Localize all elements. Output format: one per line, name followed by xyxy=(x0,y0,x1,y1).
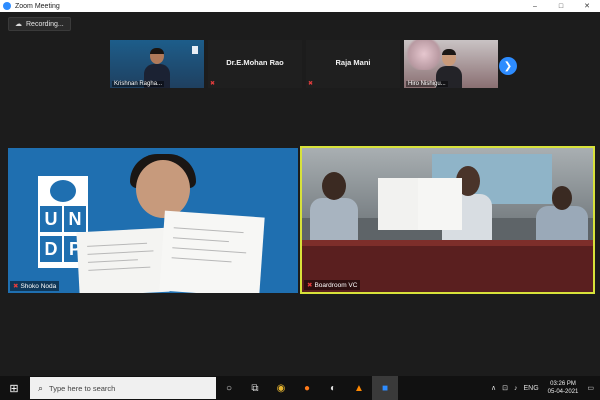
cortana-icon[interactable]: ○ xyxy=(216,376,242,400)
vlc-icon[interactable]: ▲ xyxy=(346,376,372,400)
window-controls: – □ ✕ xyxy=(522,0,600,12)
participant-thumb-krishnan[interactable]: Krishnan Ragha... xyxy=(110,40,204,88)
meeting-area: ☁ Recording... Krishnan Ragha... Dr.E.Mo… xyxy=(0,12,600,376)
next-page-button[interactable]: ❯ xyxy=(499,57,517,75)
search-placeholder: Type here to search xyxy=(49,383,116,393)
participant-strip: Krishnan Ragha... Dr.E.Mohan Rao ✖ Raja … xyxy=(110,40,498,88)
clock[interactable]: 03:26 PM 05-04-2021 xyxy=(548,380,579,396)
participant-caption: Krishnan Ragha... xyxy=(112,81,165,87)
notification-icon[interactable]: ▭ xyxy=(587,384,594,392)
signed-document xyxy=(418,178,462,230)
title-bar: Zoom Meeting – □ ✕ xyxy=(0,0,600,12)
close-button[interactable]: ✕ xyxy=(574,0,600,12)
mic-muted-icon: ✖ xyxy=(210,81,216,87)
participant-thumb-raja[interactable]: Raja Mani ✖ xyxy=(306,40,400,88)
taskbar-search[interactable]: ⌕ Type here to search xyxy=(30,377,216,399)
volume-icon[interactable]: ♪ xyxy=(514,385,518,392)
window-title: Zoom Meeting xyxy=(15,2,60,10)
cloud-icon: ☁ xyxy=(15,21,22,28)
recording-label: Recording... xyxy=(26,20,64,28)
video-tile-boardroom[interactable]: ✖ Boardroom VC xyxy=(300,146,595,294)
maximize-button[interactable]: □ xyxy=(548,0,574,12)
task-view-icon[interactable]: ⧉ xyxy=(242,376,268,400)
participant-caption: Hiro Nishigu... xyxy=(406,81,448,87)
recording-indicator[interactable]: ☁ Recording... xyxy=(8,17,71,31)
mic-muted-icon: ✖ xyxy=(308,81,314,87)
mic-muted-icon: ✖ xyxy=(13,283,19,290)
network-icon[interactable]: ⊡ xyxy=(502,384,508,392)
minimize-button[interactable]: – xyxy=(522,0,548,12)
tile-label: ✖ Boardroom VC xyxy=(304,280,361,290)
undp-letter: U xyxy=(40,206,62,232)
chrome-icon[interactable]: ◉ xyxy=(268,376,294,400)
participant-name: Dr.E.Mohan Rao xyxy=(226,58,284,67)
video-tile-shoko[interactable]: U N D P ✖ Shoko Noda xyxy=(8,148,298,293)
windows-start-icon[interactable]: ⊞ xyxy=(0,376,28,400)
search-icon: ⌕ xyxy=(38,382,44,393)
clock-date: 05-04-2021 xyxy=(547,389,579,395)
zoom-taskbar-icon[interactable]: ■ xyxy=(372,376,398,400)
participant-name: Raja Mani xyxy=(335,58,371,67)
tile-label: ✖ Shoko Noda xyxy=(10,281,60,291)
undp-letter: D xyxy=(40,236,62,262)
background-scene xyxy=(404,40,444,70)
un-emblem-icon xyxy=(50,180,76,202)
signed-document xyxy=(159,210,265,293)
mic-muted-icon: ✖ xyxy=(307,282,313,289)
tray-chevron-icon[interactable]: ∧ xyxy=(491,384,496,392)
taskbar: ⊞ ⌕ Type here to search ○ ⧉ ◉ ● ◐ ▲ ■ ∧ … xyxy=(0,376,600,400)
system-tray: ∧ ⊡ ♪ ENG 03:26 PM 05-04-2021 ▭ xyxy=(488,376,600,400)
participant-thumb-mohan[interactable]: Dr.E.Mohan Rao ✖ xyxy=(208,40,302,88)
signed-document xyxy=(76,227,170,293)
firefox-icon[interactable]: ● xyxy=(294,376,320,400)
language-indicator[interactable]: ENG xyxy=(524,385,539,392)
browser-icon[interactable]: ◐ xyxy=(320,376,346,400)
flag-icon xyxy=(192,46,198,54)
clock-time: 03:26 PM xyxy=(550,381,576,387)
zoom-logo-icon xyxy=(3,2,11,10)
participant-thumb-hiro[interactable]: Hiro Nishigu... xyxy=(404,40,498,88)
undp-letter: N xyxy=(64,206,86,232)
